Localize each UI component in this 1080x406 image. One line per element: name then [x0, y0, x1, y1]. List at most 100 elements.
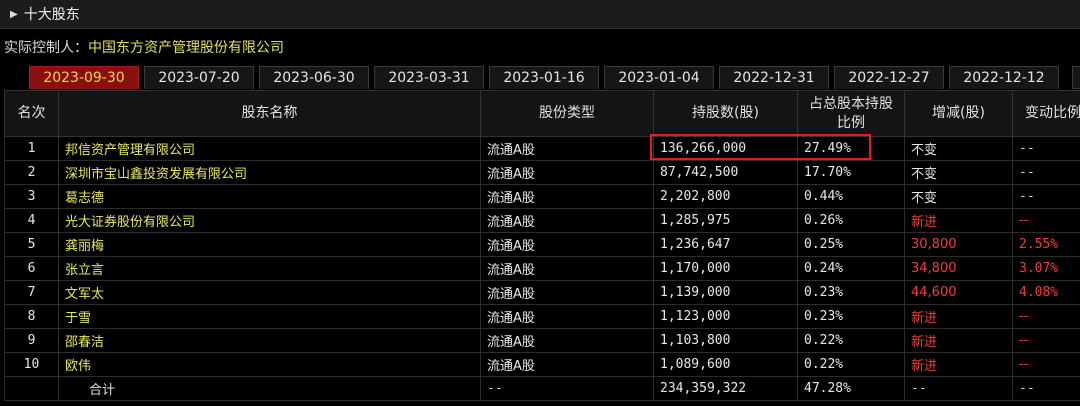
table-row[interactable]: 6 张立言 流通A股 1,170,000 0.24% 34,800 3.07%: [4, 256, 1080, 281]
ratio-header-line1: 占总股本持股: [809, 95, 893, 112]
rank-cell: 2: [4, 160, 59, 185]
section-title: 十大股东: [23, 7, 80, 23]
total-rank-cell: [4, 376, 59, 401]
shareholder-name-cell: 欧伟: [58, 352, 481, 377]
rank-cell: 10: [4, 352, 59, 377]
change-cell: 30,800: [904, 232, 1013, 257]
change-cell: 34,800: [904, 256, 1013, 281]
table-row[interactable]: 9 邵春洁 流通A股 1,103,800 0.22% 新进 --: [4, 328, 1080, 353]
total-row: 合计 -- 234,359,322 47.28% -- --: [4, 376, 1080, 401]
table-row[interactable]: 4 光大证券股份有限公司 流通A股 1,285,975 0.26% 新进 --: [4, 208, 1080, 233]
shareholder-name-cell: 于雪: [58, 304, 481, 329]
total-change-cell: --: [904, 376, 1013, 401]
share-type-cell: 流通A股: [480, 280, 654, 305]
col-header-name[interactable]: 股东名称: [58, 90, 481, 137]
total-label-cell: 合计: [58, 376, 481, 401]
rank-cell: 6: [4, 256, 59, 281]
table-row[interactable]: 2 深圳市宝山鑫投资发展有限公司 流通A股 87,742,500 17.70% 不变 --: [4, 160, 1080, 185]
col-header-ratio[interactable]: 占总股本持股 比例: [797, 90, 905, 137]
rank-cell: 1: [4, 136, 59, 161]
ratio-cell: 0.25%: [797, 232, 905, 257]
change-cell: 新进: [904, 304, 1013, 329]
ratio-cell: 17.70%: [797, 160, 905, 185]
total-shares-cell: 234,359,322: [653, 376, 798, 401]
shares-cell: 1,236,647: [653, 232, 798, 257]
shares-cell: 1,170,000: [653, 256, 798, 281]
shareholder-name-cell: 邵春洁: [58, 328, 481, 353]
shares-cell: 136,266,000: [653, 136, 798, 161]
col-header-rank[interactable]: 名次: [4, 90, 59, 137]
col-header-change-ratio[interactable]: 变动比例: [1012, 90, 1080, 137]
date-tab[interactable]: 2022-12-31: [719, 66, 829, 89]
shares-cell: 1,285,975: [653, 208, 798, 233]
change-ratio-cell: --: [1012, 352, 1080, 377]
date-tab[interactable]: 2023-01-16: [489, 66, 599, 89]
actual-controller: 实际控制人： 中国东方资产管理股份有限公司: [4, 37, 284, 57]
change-ratio-cell: --: [1012, 304, 1080, 329]
share-type-cell: 流通A股: [480, 208, 654, 233]
total-ratio-cell: 47.28%: [797, 376, 905, 401]
ratio-cell: 0.23%: [797, 280, 905, 305]
ratio-cell: 0.44%: [797, 184, 905, 209]
controller-label: 实际控制人：: [4, 40, 88, 56]
total-change-ratio-cell: --: [1012, 376, 1080, 401]
tabs-more-button[interactable]: [1072, 66, 1080, 89]
share-type-cell: 流通A股: [480, 328, 654, 353]
date-tab[interactable]: 2022-12-12: [949, 66, 1059, 89]
table-row[interactable]: 1 邦信资产管理有限公司 流通A股 136,266,000 27.49% 不变 --: [4, 136, 1080, 161]
controller-value: 中国东方资产管理股份有限公司: [88, 40, 284, 56]
change-cell: 不变: [904, 184, 1013, 209]
rank-cell: 4: [4, 208, 59, 233]
date-tab[interactable]: 2023-01-04: [604, 66, 714, 89]
change-ratio-cell: --: [1012, 184, 1080, 209]
share-type-cell: 流通A股: [480, 136, 654, 161]
table-row[interactable]: 8 于雪 流通A股 1,123,000 0.23% 新进 --: [4, 304, 1080, 329]
date-tab[interactable]: 2022-12-27: [834, 66, 944, 89]
table-row[interactable]: 3 葛志德 流通A股 2,202,800 0.44% 不变 --: [4, 184, 1080, 209]
table-row[interactable]: 7 文军太 流通A股 1,139,000 0.23% 44,600 4.08%: [4, 280, 1080, 305]
table-header-row: 名次 股东名称 股份类型 持股数(股) 占总股本持股 比例 增减(股) 变动比例: [4, 90, 1080, 137]
rank-cell: 5: [4, 232, 59, 257]
change-cell: 新进: [904, 352, 1013, 377]
share-type-cell: 流通A股: [480, 160, 654, 185]
shares-cell: 1,103,800: [653, 328, 798, 353]
ratio-cell: 0.22%: [797, 352, 905, 377]
total-type-cell: --: [480, 376, 654, 401]
change-ratio-cell: --: [1012, 208, 1080, 233]
rank-cell: 8: [4, 304, 59, 329]
col-header-shares[interactable]: 持股数(股): [653, 90, 798, 137]
change-cell: 不变: [904, 160, 1013, 185]
col-header-type[interactable]: 股份类型: [480, 90, 654, 137]
table-row[interactable]: 5 龚丽梅 流通A股 1,236,647 0.25% 30,800 2.55%: [4, 232, 1080, 257]
shareholder-name-cell: 邦信资产管理有限公司: [58, 136, 481, 161]
shareholder-name-cell: 光大证券股份有限公司: [58, 208, 481, 233]
ratio-cell: 0.22%: [797, 328, 905, 353]
shareholder-name-cell: 张立言: [58, 256, 481, 281]
date-tab[interactable]: 2023-03-31: [374, 66, 484, 89]
change-ratio-cell: 4.08%: [1012, 280, 1080, 305]
change-ratio-cell: 3.07%: [1012, 256, 1080, 281]
share-type-cell: 流通A股: [480, 184, 654, 209]
expand-arrow-icon[interactable]: ▶: [10, 9, 18, 20]
date-tab[interactable]: 2023-09-30: [29, 66, 139, 89]
shareholder-name-cell: 深圳市宝山鑫投资发展有限公司: [58, 160, 481, 185]
date-tab[interactable]: 2023-06-30: [259, 66, 369, 89]
col-header-change[interactable]: 增减(股): [904, 90, 1013, 137]
shareholder-name-cell: 葛志德: [58, 184, 481, 209]
change-ratio-cell: --: [1012, 328, 1080, 353]
ratio-cell: 0.26%: [797, 208, 905, 233]
share-type-cell: 流通A股: [480, 352, 654, 377]
change-cell: 44,600: [904, 280, 1013, 305]
change-cell: 不变: [904, 136, 1013, 161]
shareholder-name-cell: 龚丽梅: [58, 232, 481, 257]
date-tab[interactable]: 2023-07-20: [144, 66, 254, 89]
ratio-header-line2: 比例: [837, 114, 865, 131]
shares-cell: 1,089,600: [653, 352, 798, 377]
rank-cell: 9: [4, 328, 59, 353]
date-tabs: 2023-09-30 2023-07-20 2023-06-30 2023-03…: [29, 66, 1064, 90]
rank-cell: 7: [4, 280, 59, 305]
section-header[interactable]: ▶ 十大股东: [0, 0, 1080, 29]
change-ratio-cell: 2.55%: [1012, 232, 1080, 257]
top-shareholders-table: 名次 股东名称 股份类型 持股数(股) 占总股本持股 比例 增减(股) 变动比例 …: [4, 90, 1080, 401]
table-row[interactable]: 10 欧伟 流通A股 1,089,600 0.22% 新进 --: [4, 352, 1080, 377]
